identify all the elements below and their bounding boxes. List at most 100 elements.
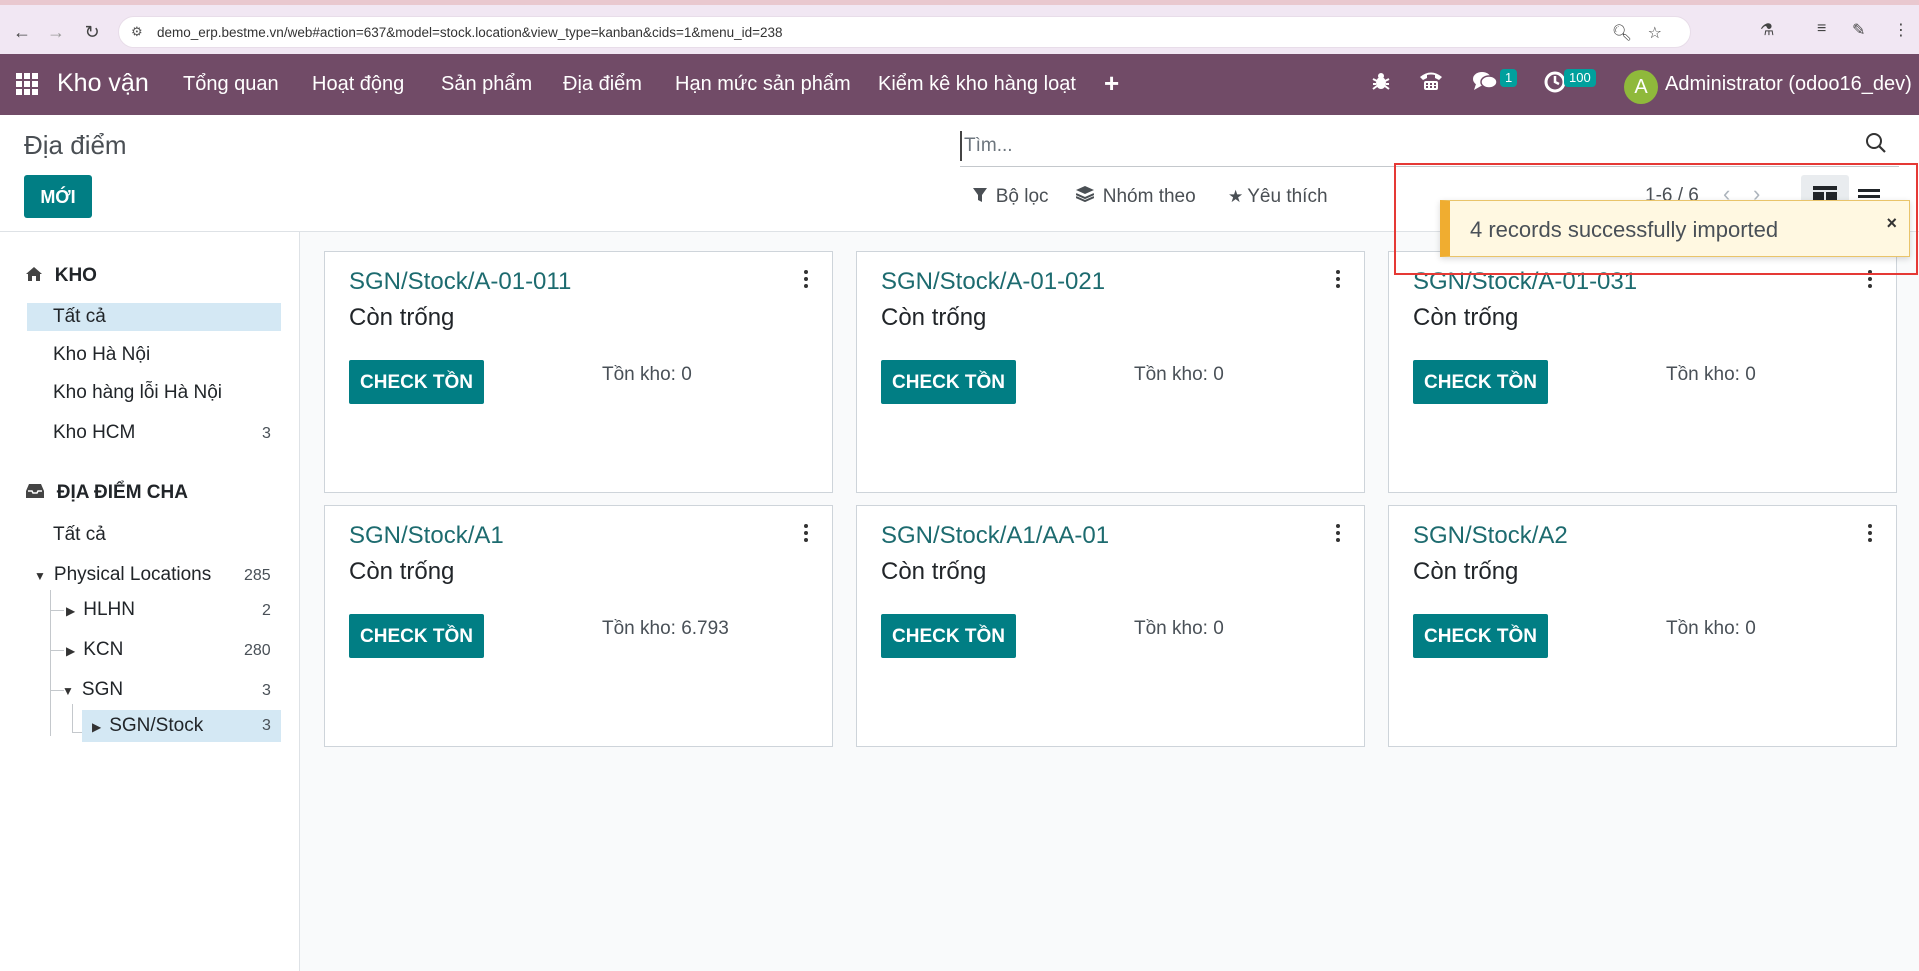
filter-funnel-icon	[973, 187, 992, 206]
card-stock-value: Tồn kho: 0	[602, 364, 692, 385]
menu-han-muc-san-pham[interactable]: Hạn mức sản phẩm	[675, 73, 851, 96]
kanban-card[interactable]: SGN/Stock/A-01-011 Còn trống CHECK TỒN T…	[324, 251, 833, 493]
tree-count: 3	[262, 682, 271, 699]
reload-icon[interactable]: ↻	[80, 20, 104, 44]
card-dropdown-icon[interactable]	[804, 270, 810, 291]
tree-count: 3	[262, 717, 271, 734]
filters-label: Bộ lọc	[995, 186, 1049, 207]
sidebar-section-kho: KHO	[26, 265, 97, 287]
card-stock-value: Tồn kho: 0	[1134, 364, 1224, 385]
tree-count: 285	[244, 567, 271, 584]
user-avatar[interactable]: A	[1624, 70, 1658, 104]
tree-item-kcn[interactable]: ▶ KCN	[66, 639, 123, 661]
site-info-icon[interactable]: ⚙	[131, 24, 143, 40]
layers-icon	[1075, 186, 1099, 206]
main-navbar: Kho vận Tổng quan Hoạt động Sản phẩm Địa…	[0, 54, 1919, 115]
menu-kiem-ke[interactable]: Kiểm kê kho hàng loạt	[878, 73, 1076, 96]
tree-connector	[72, 704, 73, 732]
sidebar-item-all-kho[interactable]: Tất cả	[27, 303, 281, 331]
card-dropdown-icon[interactable]	[1336, 524, 1342, 545]
search-icon[interactable]	[1865, 132, 1891, 158]
tree-connector	[50, 650, 64, 651]
kanban-card[interactable]: SGN/Stock/A2 Còn trống CHECK TỒN Tồn kho…	[1388, 505, 1897, 747]
tree-connector	[50, 610, 64, 611]
sidebar-section-dia-diem-cha: ĐỊA ĐIỂM CHA	[26, 482, 188, 504]
url-text[interactable]: demo_erp.bestme.vn/web#action=637&model=…	[157, 25, 783, 40]
user-menu[interactable]: Administrator (odoo16_dev)	[1665, 73, 1912, 96]
card-status: Còn trống	[349, 558, 455, 585]
messages-icon[interactable]	[1472, 70, 1498, 98]
sidebar-item-all-parent[interactable]: Tất cả	[53, 524, 106, 546]
card-status: Còn trống	[1413, 558, 1519, 585]
card-dropdown-icon[interactable]	[804, 524, 810, 545]
browser-menu-icon[interactable]: ⋮	[1893, 20, 1909, 40]
caret-down-icon[interactable]: ▼	[34, 569, 46, 583]
sidebar-item-kho-hang-loi[interactable]: Kho hàng lỗi Hà Nội	[53, 382, 222, 404]
phone-icon[interactable]	[1418, 70, 1444, 98]
browser-toolbar: ← → ↻ ⚙ demo_erp.bestme.vn/web#action=63…	[0, 0, 1919, 54]
tree-item-sgn[interactable]: ▼ SGN	[62, 679, 123, 701]
debug-bug-icon[interactable]	[1370, 70, 1392, 98]
sidebar-item-label: Kho hàng lỗi Hà Nội	[53, 382, 222, 403]
menu-tong-quan[interactable]: Tổng quan	[183, 73, 279, 96]
media-controls-icon[interactable]: ≡	[1817, 20, 1826, 38]
caret-right-icon[interactable]: ▶	[92, 720, 101, 734]
forward-icon[interactable]: →	[44, 20, 68, 44]
check-stock-button[interactable]: CHECK TỒN	[1413, 614, 1548, 658]
back-icon[interactable]: ←	[10, 20, 34, 44]
caret-right-icon[interactable]: ▶	[66, 604, 75, 618]
card-status: Còn trống	[1413, 304, 1519, 331]
bookmark-star-icon[interactable]: ☆	[1648, 23, 1662, 43]
kanban-card[interactable]: SGN/Stock/A-01-031 Còn trống CHECK TỒN T…	[1388, 251, 1897, 493]
sidebar-item-kho-ha-noi[interactable]: Kho Hà Nội	[53, 344, 150, 366]
favorites-button[interactable]: ★ Yêu thích	[1228, 186, 1328, 208]
tree-item-physical-locations[interactable]: ▼ Physical Locations	[34, 564, 211, 586]
search-panel-sidebar: KHO Tất cả Kho Hà Nội Kho hàng lỗi Hà Nộ…	[0, 232, 300, 971]
tree-count: 2	[262, 602, 271, 619]
tree-item-sgn-stock[interactable]: ▶ SGN/Stock	[82, 710, 281, 742]
tree-item-hlhn[interactable]: ▶ HLHN	[66, 599, 135, 621]
extension-icon[interactable]: ✎	[1852, 20, 1865, 40]
check-stock-button[interactable]: CHECK TỒN	[349, 614, 484, 658]
check-stock-button[interactable]: CHECK TỒN	[1413, 360, 1548, 404]
kanban-card[interactable]: SGN/Stock/A1/AA-01 Còn trống CHECK TỒN T…	[856, 505, 1365, 747]
check-stock-button[interactable]: CHECK TỒN	[349, 360, 484, 404]
search-bar	[960, 125, 1899, 167]
new-button[interactable]: MỚI	[24, 175, 92, 218]
check-stock-button[interactable]: CHECK TỒN	[881, 360, 1016, 404]
card-status: Còn trống	[349, 304, 455, 331]
caret-right-icon[interactable]: ▶	[66, 644, 75, 658]
card-stock-value: Tồn kho: 6.793	[602, 618, 729, 639]
inbox-tray-icon	[26, 483, 49, 502]
labs-flask-icon[interactable]: ⚗	[1760, 20, 1774, 40]
tree-count: 280	[244, 642, 271, 659]
star-icon: ★	[1228, 187, 1244, 206]
search-input[interactable]	[960, 131, 1820, 161]
menu-san-pham[interactable]: Sản phẩm	[441, 73, 532, 96]
add-menu-icon[interactable]: +	[1104, 68, 1119, 99]
caret-down-icon[interactable]: ▼	[62, 684, 74, 698]
sidebar-item-label: Tất cả	[53, 524, 106, 545]
group-by-button[interactable]: Nhóm theo	[1075, 186, 1196, 208]
card-status: Còn trống	[881, 558, 987, 585]
zoom-icon[interactable]: 🔍︎	[1612, 23, 1632, 43]
sidebar-item-kho-hcm[interactable]: Kho HCM	[53, 422, 135, 444]
menu-dia-diem[interactable]: Địa điểm	[563, 73, 642, 96]
tree-item-label: SGN	[81, 679, 124, 700]
check-stock-button[interactable]: CHECK TỒN	[881, 614, 1016, 658]
app-title[interactable]: Kho vận	[57, 69, 149, 98]
card-dropdown-icon[interactable]	[1868, 524, 1874, 545]
filters-button[interactable]: Bộ lọc	[973, 186, 1049, 208]
page-title: Địa điểm	[24, 130, 127, 160]
menu-hoat-dong[interactable]: Hoạt động	[312, 73, 404, 96]
address-bar[interactable]: ⚙ demo_erp.bestme.vn/web#action=637&mode…	[118, 16, 1691, 48]
card-dropdown-icon[interactable]	[1336, 270, 1342, 291]
sidebar-section-title: ĐỊA ĐIỂM CHA	[56, 482, 188, 503]
sidebar-item-label: Kho HCM	[53, 422, 136, 443]
kanban-card[interactable]: SGN/Stock/A-01-021 Còn trống CHECK TỒN T…	[856, 251, 1365, 493]
kanban-card[interactable]: SGN/Stock/A1 Còn trống CHECK TỒN Tồn kho…	[324, 505, 833, 747]
card-status: Còn trống	[881, 304, 987, 331]
apps-menu-icon[interactable]	[16, 73, 38, 95]
tree-item-label: KCN	[83, 639, 124, 660]
card-stock-value: Tồn kho: 0	[1134, 618, 1224, 639]
